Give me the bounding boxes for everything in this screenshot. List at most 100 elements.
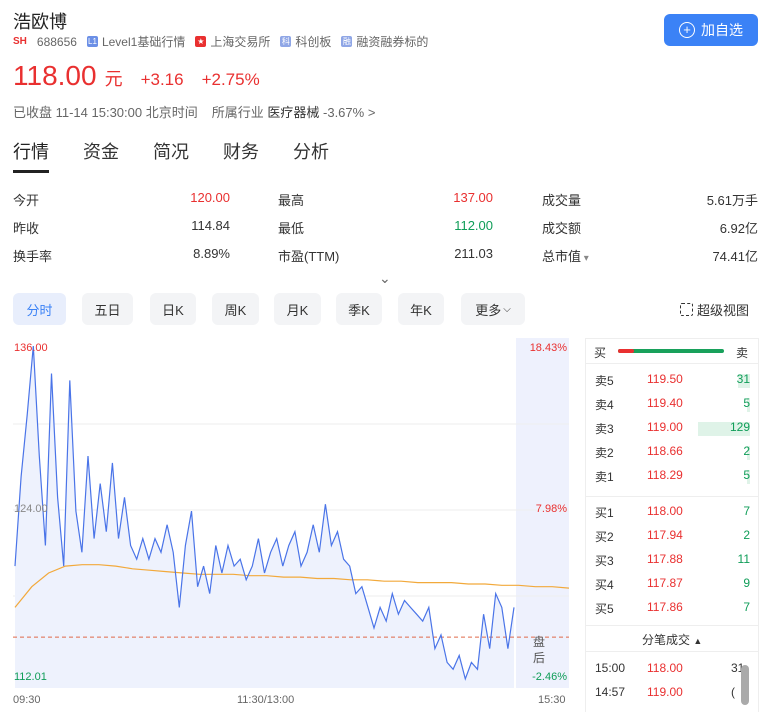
ask-volume: 31	[736, 372, 750, 386]
price-change: +3.16	[140, 70, 184, 89]
bid-row: 买5 117.86 7	[586, 600, 758, 620]
bid-row: 买4 117.87 9	[586, 576, 758, 596]
price-area	[15, 346, 514, 688]
chevron-right-icon: >	[367, 105, 376, 120]
stock-name: 浩欧博	[13, 12, 67, 32]
stat-label: 最高	[278, 193, 305, 208]
ask-row: 卖4 119.40 5	[586, 396, 758, 416]
bid-price: 117.86	[647, 600, 683, 614]
bid-volume: 11	[737, 552, 750, 566]
bid-level: 买3	[595, 554, 614, 568]
period-tab-daily[interactable]: 日K	[150, 293, 196, 325]
ask-volume: 5	[743, 468, 750, 482]
tab-funds[interactable]: 资金	[83, 138, 119, 173]
tag-level1[interactable]: L1 Level1基础行情	[86, 33, 185, 50]
current-price: 118.00	[13, 60, 97, 91]
price-unit: 元	[104, 69, 123, 89]
trades-title[interactable]: 分笔成交 ▲	[642, 631, 702, 648]
ask-row: 卖2 118.66 2	[586, 444, 758, 464]
stat-value: 120.00	[190, 190, 230, 205]
y-tick-left-mid: 124.00	[14, 503, 48, 515]
period-tab-weekly[interactable]: 周K	[212, 293, 259, 325]
stat-label: 昨收	[13, 221, 40, 236]
bid-volume: 2	[743, 528, 750, 542]
period-tab-5day[interactable]: 五日	[82, 293, 133, 325]
period-tab-yearly[interactable]: 年K	[398, 293, 444, 325]
stat-value: 74.41亿	[712, 249, 758, 264]
ask-row: 卖5 119.50 31	[586, 372, 758, 392]
ask-price: 119.40	[647, 396, 683, 410]
buy-label: 买	[594, 346, 607, 360]
plus-icon: +	[679, 22, 695, 38]
stock-tags: SH 688656 L1 Level1基础行情 ★ 上海交易所 科科创板 融融资融券…	[13, 33, 428, 50]
ask-volume: 2	[743, 444, 750, 458]
bid-price: 117.94	[647, 528, 683, 542]
period-tab-intraday[interactable]: 分时	[13, 293, 66, 325]
market-badge: SH	[13, 36, 27, 47]
tag-exchange[interactable]: ★ 上海交易所	[195, 33, 270, 50]
stat-label: 今开	[13, 193, 40, 208]
bid-row: 买2 117.94 2	[586, 528, 758, 548]
scrollbar[interactable]	[741, 665, 749, 705]
industry-link[interactable]: 所属行业 医疗器械 -3.67% >	[212, 102, 376, 121]
market-status: 已收盘 11-14 15:30:00 北京时间	[13, 105, 198, 120]
order-book: 买 卖 卖5 119.50 31 卖4 119.40 5 卖3 119.00 129 卖2 118.…	[585, 338, 759, 712]
stat-value: 8.89%	[193, 246, 230, 261]
y-tick-right-bottom: -2.46%	[532, 671, 567, 683]
x-tick-midday: 11:30/13:00	[237, 694, 295, 706]
buy-sell-ratio-bar	[618, 349, 724, 353]
period-tab-quarterly[interactable]: 季K	[336, 293, 382, 325]
industry-pct: -3.67%	[323, 105, 365, 120]
add-watchlist-button[interactable]: + 加自选	[664, 14, 758, 46]
stat-value: 211.03	[454, 246, 493, 261]
bid-level: 买1	[595, 506, 614, 520]
bid-row: 买1 118.00 7	[586, 504, 758, 524]
period-tab-monthly[interactable]: 月K	[274, 293, 321, 325]
ask-price: 119.50	[647, 372, 683, 386]
stock-code: 688656	[36, 34, 77, 49]
stat-label: 总市值 ▾	[542, 249, 589, 264]
tag-star-market[interactable]: 科科创板	[280, 33, 331, 50]
caret-down-icon[interactable]: ▾	[581, 253, 589, 264]
super-view-button[interactable]: 超级视图	[680, 300, 749, 319]
tab-finance[interactable]: 财务	[223, 138, 259, 173]
ask-price: 118.29	[647, 468, 683, 482]
trade-price: 118.00	[647, 661, 683, 675]
bid-volume: 7	[743, 504, 750, 518]
bid-volume: 9	[743, 576, 750, 590]
bid-price: 118.00	[647, 504, 683, 518]
intraday-chart[interactable]: 136.00 124.00 112.01 18.43% 7.98% -2.46%…	[13, 338, 570, 688]
ask-level: 卖4	[595, 398, 614, 412]
china-flag-icon: ★	[195, 36, 207, 47]
margin-icon: 融	[341, 36, 353, 47]
stat-value: 6.92亿	[719, 221, 758, 236]
price-change-pct: +2.75%	[201, 70, 260, 89]
x-tick-close: 15:30	[538, 694, 566, 706]
ask-level: 卖2	[595, 446, 614, 460]
tag-margin[interactable]: 融融资融券标的	[341, 33, 428, 50]
y-tick-left-top: 136.00	[14, 342, 48, 354]
tab-analysis[interactable]: 分析	[293, 138, 329, 173]
bid-level: 买2	[595, 530, 614, 544]
stat-value: 5.61万手	[706, 193, 758, 208]
bid-level: 买5	[595, 602, 614, 616]
chart-svg	[13, 338, 570, 688]
ask-level: 卖5	[595, 374, 614, 388]
trade-time: 14:57	[595, 685, 626, 699]
star-market-icon: 科	[280, 36, 292, 47]
stat-value: 114.84	[191, 218, 230, 233]
chevron-down-icon[interactable]: ⌄	[379, 270, 391, 287]
bid-volume: 7	[743, 600, 750, 614]
tab-profile[interactable]: 简况	[153, 138, 189, 173]
status-line: 已收盘 11-14 15:30:00 北京时间 所属行业 医疗器械 -3.67%…	[13, 102, 375, 121]
period-tab-more[interactable]: 更多 ⌵	[461, 293, 525, 325]
bid-price: 117.87	[647, 576, 683, 590]
level1-icon: L1	[86, 36, 98, 47]
tab-quote[interactable]: 行情	[13, 138, 49, 173]
stat-value: 137.00	[453, 190, 493, 205]
stat-label: 成交量	[542, 193, 582, 208]
industry-name: 医疗器械	[267, 105, 320, 120]
chevron-down-icon: ⌵	[503, 303, 511, 315]
x-tick-open: 09:30	[13, 694, 41, 706]
main-tabs: 行情 资金 简况 财务 分析	[13, 138, 329, 173]
